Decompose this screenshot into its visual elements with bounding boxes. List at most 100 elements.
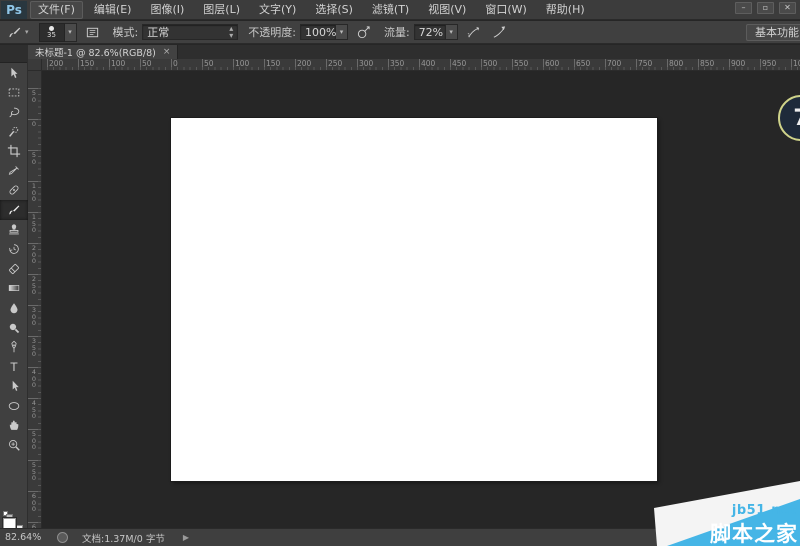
tool-options-bar: ▾ 35 ▾ 模式: 正常 ▴▾ 不透明度: 100% ▾ 流量: 72% ▾	[0, 21, 800, 44]
eyedropper-tool[interactable]	[0, 161, 28, 181]
blur-tool[interactable]	[0, 298, 28, 318]
ruler-label: 700	[607, 60, 621, 68]
menu-item[interactable]: 图层(L)	[195, 1, 248, 19]
ruler-label: 2 5 0	[28, 276, 40, 296]
chevron-down-icon[interactable]: ▾	[25, 28, 29, 36]
tab-close-icon[interactable]: ×	[163, 47, 171, 57]
zoom-tool[interactable]	[0, 435, 28, 455]
menu-item[interactable]: 窗口(W)	[477, 1, 534, 19]
menu-item[interactable]: 帮助(H)	[538, 1, 593, 19]
ruler-label: 150	[80, 60, 94, 68]
move-tool[interactable]	[0, 63, 28, 83]
blend-mode-select[interactable]: 正常 ▴▾	[142, 24, 238, 40]
default-colors-icon[interactable]	[3, 511, 8, 516]
type-tool[interactable]: T	[0, 357, 28, 377]
ruler-label: 200	[297, 60, 311, 68]
crop-tool[interactable]	[0, 141, 28, 161]
workspace-switcher-button[interactable]: 基本功能	[746, 24, 800, 41]
close-button[interactable]: ✕	[779, 2, 796, 14]
gradient-tool[interactable]	[0, 279, 28, 299]
ruler-tick	[171, 59, 172, 70]
flow-field[interactable]: 72%	[414, 24, 446, 40]
rectangular-marquee-tool[interactable]	[0, 83, 28, 103]
brush-preset-icon[interactable]	[4, 23, 24, 41]
ruler-label: 5 0	[28, 90, 40, 103]
ruler-tick	[667, 59, 668, 70]
ruler-label: 100	[111, 60, 125, 68]
ruler-label: 1000	[793, 60, 800, 68]
ruler-label: 850	[700, 60, 714, 68]
ruler-tick	[264, 59, 265, 70]
window-controls: –▫ ✕	[735, 2, 796, 14]
brush-tip-dot	[49, 26, 54, 31]
pasteboard	[42, 71, 800, 528]
ruler-tick	[729, 59, 730, 70]
menu-bar: Ps 文件(F)编辑(E)图像(I)图层(L)文字(Y)选择(S)滤镜(T)视图…	[0, 0, 800, 20]
menu-item[interactable]: 视图(V)	[420, 1, 474, 19]
opacity-field[interactable]: 100%	[300, 24, 336, 40]
canvas[interactable]	[171, 118, 657, 481]
ruler-tick	[388, 59, 389, 70]
flow-dropdown[interactable]: ▾	[446, 24, 458, 40]
spot-healing-brush-tool[interactable]	[0, 181, 28, 201]
menu-item[interactable]: 编辑(E)	[86, 1, 140, 19]
history-brush-tool[interactable]	[0, 239, 28, 259]
tools-panel: T	[0, 58, 28, 528]
ruler-label: 0	[28, 121, 40, 128]
menu-item[interactable]: 滤镜(T)	[364, 1, 417, 19]
ruler-label: 2 0 0	[28, 245, 40, 265]
opacity-pressure-icon[interactable]	[354, 23, 374, 41]
opacity-dropdown[interactable]: ▾	[336, 24, 348, 40]
menu-item[interactable]: 文件(F)	[30, 1, 83, 19]
ruler-tick	[574, 59, 575, 70]
document-tab[interactable]: 未标题-1 @ 82.6%(RGB/8) ×	[28, 45, 178, 59]
ruler-label: 800	[669, 60, 683, 68]
zoom-level[interactable]: 82.64%	[5, 532, 51, 543]
mode-label: 模式:	[113, 24, 139, 40]
vertical-ruler: 5 005 01 0 01 5 02 0 02 5 03 0 03 5 04 0…	[28, 71, 42, 528]
flow-pressure-icon[interactable]	[490, 23, 510, 41]
pen-tool[interactable]	[0, 337, 28, 357]
clone-stamp-tool[interactable]	[0, 220, 28, 240]
maximize-button[interactable]: ▫	[757, 2, 774, 14]
svg-text:T: T	[10, 360, 18, 374]
lasso-tool[interactable]	[0, 102, 28, 122]
toggle-brush-panel-icon[interactable]	[83, 23, 103, 41]
menu-item[interactable]: 文字(Y)	[251, 1, 304, 19]
ruler-label: 100	[235, 60, 249, 68]
status-badge-icon	[57, 532, 68, 543]
watermark-brand-text: 脚本之家	[710, 518, 798, 546]
ruler-tick	[419, 59, 420, 70]
ruler-label: 5 5 0	[28, 462, 40, 482]
ruler-label: 300	[359, 60, 373, 68]
brush-size-preview[interactable]: 35	[39, 23, 65, 42]
ruler-origin-box[interactable]	[28, 59, 42, 71]
ruler-tick	[636, 59, 637, 70]
ruler-tick	[481, 59, 482, 70]
ruler-tick	[760, 59, 761, 70]
ruler-tick	[605, 59, 606, 70]
ruler-tick	[295, 59, 296, 70]
ruler-tick	[512, 59, 513, 70]
hand-tool[interactable]	[0, 416, 28, 436]
ruler-label: 3 5 0	[28, 338, 40, 358]
status-flyout-icon[interactable]: ▶	[183, 533, 189, 542]
ruler-tick	[47, 59, 48, 70]
ellipse-shape-tool[interactable]	[0, 396, 28, 416]
airbrush-icon[interactable]	[464, 23, 484, 41]
brush-size-dropdown[interactable]: ▾	[65, 23, 77, 42]
watermark-site-text: jb51.net	[732, 503, 797, 518]
brush-tool[interactable]	[0, 200, 28, 220]
menu-item[interactable]: 图像(I)	[142, 1, 192, 19]
dodge-tool[interactable]	[0, 318, 28, 338]
eraser-tool[interactable]	[0, 259, 28, 279]
ruler-label: 400	[421, 60, 435, 68]
photoshop-logo: Ps	[1, 1, 27, 19]
minimize-button[interactable]: –	[735, 2, 752, 14]
menu-item[interactable]: 选择(S)	[307, 1, 361, 19]
quick-selection-tool[interactable]	[0, 122, 28, 142]
ruler-label: 900	[731, 60, 745, 68]
path-selection-tool[interactable]	[0, 377, 28, 397]
ruler-tick	[233, 59, 234, 70]
opacity-value: 100%	[305, 26, 336, 39]
